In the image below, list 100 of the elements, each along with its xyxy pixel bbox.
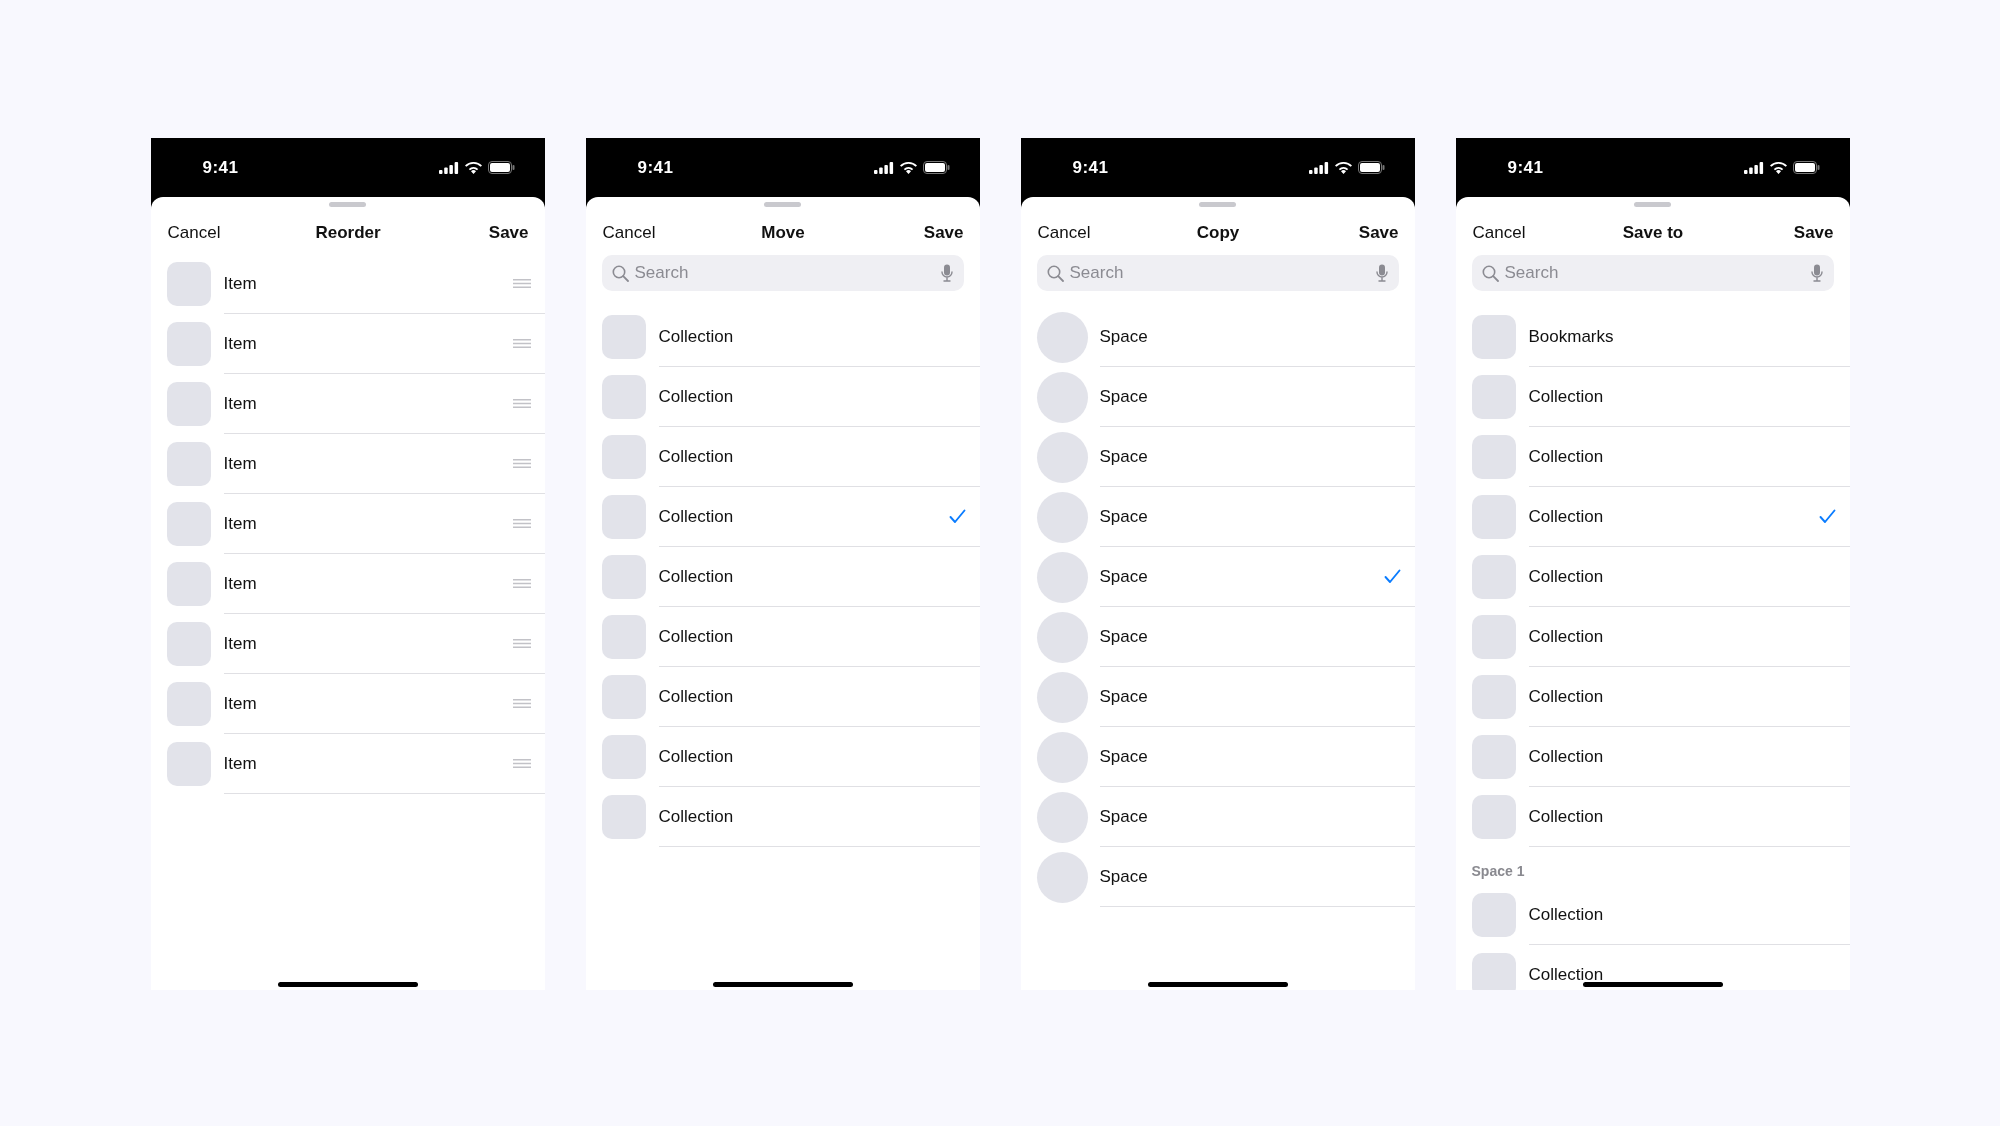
grabber-handle[interactable]	[764, 202, 801, 207]
drag-handle-icon[interactable]	[512, 279, 531, 288]
row-label[interactable]: Item	[223, 633, 257, 654]
row-label[interactable]: Collection	[1528, 566, 1604, 587]
row-label[interactable]: Collection	[1528, 964, 1604, 985]
row-label[interactable]: Collection	[658, 746, 734, 767]
row-label[interactable]: Item	[223, 693, 257, 714]
row-label[interactable]: Space	[1099, 386, 1148, 407]
thumbnail-placeholder	[1471, 435, 1516, 479]
row-label[interactable]: Collection	[1528, 626, 1604, 647]
search-field[interactable]: Search	[601, 255, 964, 291]
wifi-icon	[899, 161, 917, 174]
cancel-button[interactable]: Cancel	[1472, 223, 1526, 243]
grabber-handle[interactable]	[329, 202, 366, 207]
row-label[interactable]: Collection	[1528, 446, 1604, 467]
row-label[interactable]: Space	[1099, 326, 1148, 347]
status-time: 9:41	[202, 157, 239, 178]
row-label[interactable]: Item	[223, 513, 257, 534]
grabber-handle[interactable]	[1634, 202, 1671, 207]
row-label[interactable]: Item	[223, 273, 257, 294]
thumbnail-placeholder	[601, 735, 646, 779]
thumbnail-placeholder	[601, 315, 646, 359]
row-label[interactable]: Collection	[1528, 686, 1604, 707]
row-label[interactable]: Collection	[658, 806, 734, 827]
grabber-handle[interactable]	[1199, 202, 1236, 207]
save-button[interactable]: Save	[488, 223, 529, 243]
row-label[interactable]: Item	[223, 453, 257, 474]
battery-icon	[1792, 161, 1820, 174]
row-label[interactable]: Collection	[1528, 904, 1604, 925]
thumbnail-placeholder	[1471, 495, 1516, 539]
thumbnail-placeholder	[166, 382, 211, 426]
search-icon	[1046, 265, 1064, 282]
drag-handle-icon[interactable]	[512, 579, 531, 588]
wifi-icon	[1769, 161, 1787, 174]
row-label[interactable]: Collection	[1528, 806, 1604, 827]
sheet-title: Save to	[1622, 223, 1684, 243]
thumbnail-placeholder	[1471, 375, 1516, 419]
row-label[interactable]: Collection	[658, 686, 734, 707]
row-label[interactable]: Collection	[658, 386, 734, 407]
cancel-button[interactable]: Cancel	[1037, 223, 1091, 243]
microphone-icon[interactable]	[940, 264, 953, 282]
drag-handle-icon[interactable]	[512, 759, 531, 768]
thumbnail-placeholder	[1471, 675, 1516, 719]
search-field[interactable]: Search	[1471, 255, 1834, 291]
thumbnail-placeholder	[166, 622, 211, 666]
row-label[interactable]: Item	[223, 333, 257, 354]
row-label[interactable]: Item	[223, 753, 257, 774]
row-label[interactable]: Space	[1099, 446, 1148, 467]
save-button[interactable]: Save	[1358, 223, 1399, 243]
sheet-title: Move	[761, 223, 805, 243]
thumbnail-placeholder	[1471, 615, 1516, 659]
search-icon	[611, 265, 629, 282]
thumbnail-placeholder	[601, 375, 646, 419]
microphone-icon[interactable]	[1375, 264, 1388, 282]
row-label[interactable]: Collection	[658, 326, 734, 347]
microphone-icon[interactable]	[1810, 264, 1823, 282]
drag-handle-icon[interactable]	[512, 699, 531, 708]
save-button[interactable]: Save	[923, 223, 964, 243]
section-header: Space 1	[1471, 863, 1525, 879]
save-button[interactable]: Save	[1793, 223, 1834, 243]
drag-handle-icon[interactable]	[512, 519, 531, 528]
drag-handle-icon[interactable]	[512, 339, 531, 348]
row-label[interactable]: Collection	[1528, 506, 1604, 527]
thumbnail-placeholder	[601, 615, 646, 659]
row-label[interactable]: Bookmarks	[1528, 326, 1614, 347]
drag-handle-icon[interactable]	[512, 459, 531, 468]
row-label[interactable]: Space	[1099, 686, 1148, 707]
row-label[interactable]: Collection	[658, 506, 734, 527]
thumbnail-placeholder	[1471, 893, 1516, 937]
search-field[interactable]: Search	[1036, 255, 1399, 291]
thumbnail-placeholder	[601, 495, 646, 539]
signal-icon	[1308, 161, 1329, 174]
cancel-button[interactable]: Cancel	[167, 223, 221, 243]
row-label[interactable]: Space	[1099, 806, 1148, 827]
row-label[interactable]: Item	[223, 573, 257, 594]
row-label[interactable]: Collection	[658, 566, 734, 587]
thumbnail-placeholder	[166, 322, 211, 366]
row-label[interactable]: Collection	[658, 446, 734, 467]
row-label[interactable]: Collection	[658, 626, 734, 647]
thumbnail-placeholder	[166, 502, 211, 546]
thumbnail-placeholder	[601, 795, 646, 839]
row-label[interactable]: Collection	[1528, 746, 1604, 767]
cancel-button[interactable]: Cancel	[602, 223, 656, 243]
status-time: 9:41	[1072, 157, 1109, 178]
thumbnail-placeholder	[166, 442, 211, 486]
battery-icon	[1357, 161, 1385, 174]
row-label[interactable]: Collection	[1528, 386, 1604, 407]
row-label[interactable]: Space	[1099, 566, 1148, 587]
status-time: 9:41	[637, 157, 674, 178]
drag-handle-icon[interactable]	[512, 399, 531, 408]
wifi-icon	[464, 161, 482, 174]
row-label[interactable]: Space	[1099, 626, 1148, 647]
row-label[interactable]: Space	[1099, 506, 1148, 527]
row-label[interactable]: Space	[1099, 746, 1148, 767]
sheet-title: Copy	[1196, 223, 1240, 243]
battery-icon	[487, 161, 515, 174]
thumbnail-placeholder	[601, 675, 646, 719]
row-label[interactable]: Space	[1099, 866, 1148, 887]
row-label[interactable]: Item	[223, 393, 257, 414]
drag-handle-icon[interactable]	[512, 639, 531, 648]
